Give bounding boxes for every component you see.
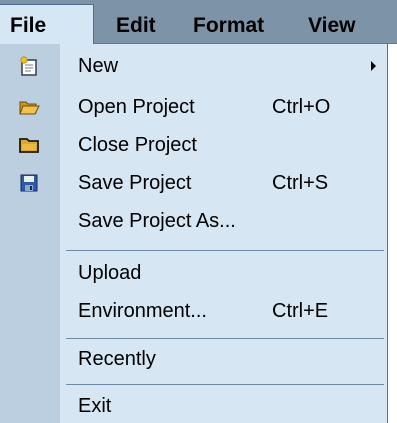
submenu-arrow-icon xyxy=(371,61,376,71)
menu-separator xyxy=(66,384,384,385)
menu-item-save-project-shortcut: Ctrl+S xyxy=(272,172,329,194)
menu-format[interactable]: Format xyxy=(193,14,264,38)
menu-item-new[interactable]: New xyxy=(0,49,387,83)
menu-file-label: File xyxy=(10,14,47,37)
menu-file[interactable]: File xyxy=(0,4,94,44)
menu-item-exit[interactable]: Exit xyxy=(0,389,387,423)
menu-separator xyxy=(66,338,384,339)
menu-item-open-project[interactable]: Open Project Ctrl+O xyxy=(0,90,387,124)
new-file-icon xyxy=(18,55,40,77)
menu-edit[interactable]: Edit xyxy=(116,14,156,38)
floppy-disk-icon xyxy=(18,172,40,194)
menu-bar: File Edit Format View xyxy=(0,0,397,44)
menu-item-recently-label: Recently xyxy=(78,348,156,370)
menu-item-upload-label: Upload xyxy=(78,262,142,284)
menu-item-environment-label: Environment... xyxy=(78,300,207,322)
folder-closed-icon xyxy=(18,134,40,156)
menu-item-save-project-label: Save Project xyxy=(78,172,192,194)
menu-item-save-project[interactable]: Save Project Ctrl+S xyxy=(0,166,387,200)
menu-item-environment[interactable]: Environment... Ctrl+E xyxy=(0,294,387,328)
menu-item-save-project-as[interactable]: Save Project As... xyxy=(0,204,387,238)
menu-item-open-project-shortcut: Ctrl+O xyxy=(272,96,331,118)
folder-open-icon xyxy=(18,96,40,118)
menu-separator xyxy=(66,250,384,251)
menu-item-new-label: New xyxy=(78,55,119,77)
menu-item-upload[interactable]: Upload xyxy=(0,256,387,290)
menu-item-close-project[interactable]: Close Project xyxy=(0,128,387,162)
menu-item-environment-shortcut: Ctrl+E xyxy=(272,300,329,322)
menu-item-recently[interactable]: Recently xyxy=(0,342,387,376)
menu-item-save-project-as-label: Save Project As... xyxy=(78,210,236,232)
application-window: File Edit Format View New Open Project C… xyxy=(0,0,397,423)
menu-view[interactable]: View xyxy=(308,14,355,38)
menu-item-close-project-label: Close Project xyxy=(78,134,197,156)
menu-item-exit-label: Exit xyxy=(78,395,112,417)
file-menu-dropdown: New Open Project Ctrl+O Close Project Sa… xyxy=(0,44,388,423)
menu-item-open-project-label: Open Project xyxy=(78,96,195,118)
